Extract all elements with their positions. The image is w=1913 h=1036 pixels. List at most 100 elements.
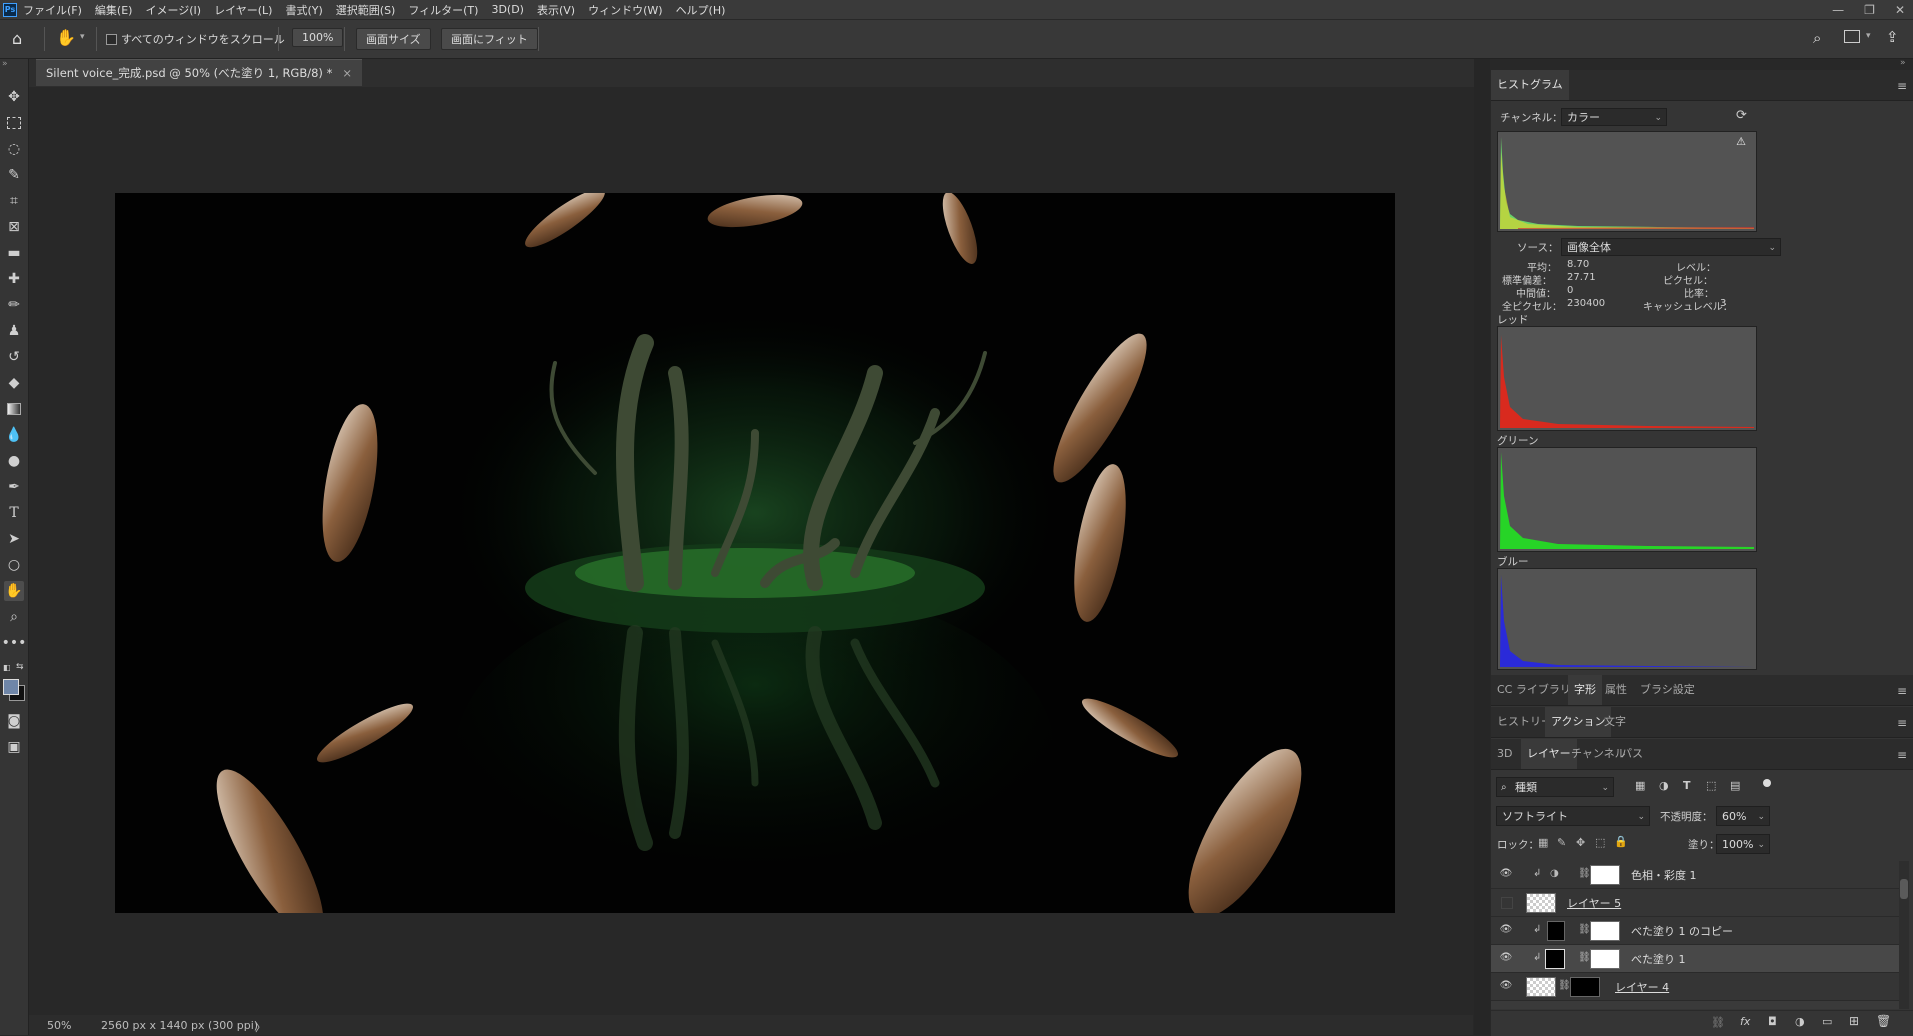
layer-row[interactable]: レイヤー 5 bbox=[1491, 889, 1899, 917]
frame-tool-icon[interactable]: ⊠ bbox=[4, 217, 24, 237]
chain-link-icon[interactable]: ⛓ bbox=[1578, 952, 1591, 963]
visibility-eye-icon[interactable]: 👁 bbox=[1499, 868, 1513, 880]
layer-mask-thumbnail[interactable] bbox=[1590, 865, 1620, 885]
mask-icon[interactable]: ◘ bbox=[1768, 1015, 1777, 1028]
chain-link-icon[interactable]: ⛓ bbox=[1558, 980, 1571, 991]
lock-position-icon[interactable]: ✥ bbox=[1576, 836, 1585, 849]
tab-properties[interactable]: 属性 bbox=[1599, 675, 1633, 705]
gradient-tool-icon[interactable] bbox=[4, 399, 24, 419]
fill-color-thumbnail[interactable] bbox=[1547, 921, 1565, 941]
visibility-off-box[interactable] bbox=[1501, 897, 1513, 909]
layer-row[interactable]: 👁 ↲ ◑ ⛓ 色相・彩度 1 bbox=[1491, 861, 1899, 889]
healing-brush-tool-icon[interactable]: ✚ bbox=[4, 269, 24, 289]
menu-filter[interactable]: フィルター(T) bbox=[408, 2, 478, 18]
menu-select[interactable]: 選択範囲(S) bbox=[336, 2, 396, 18]
panel-menu-icon[interactable]: ≡ bbox=[1897, 684, 1907, 698]
tab-paths[interactable]: パス bbox=[1615, 739, 1649, 769]
fx-icon[interactable]: fx bbox=[1740, 1015, 1750, 1028]
quick-mask-icon[interactable]: ◙ bbox=[4, 711, 24, 731]
brush-tool-icon[interactable]: ✏ bbox=[4, 295, 24, 315]
fill-screen-button[interactable]: 画面にフィット bbox=[441, 28, 538, 50]
status-info-arrow[interactable]: 〉 bbox=[255, 1019, 266, 1035]
minimize-icon[interactable]: — bbox=[1832, 3, 1844, 17]
layer-name[interactable]: べた塗り 1 のコピー bbox=[1631, 923, 1733, 939]
tab-cc-libraries[interactable]: CC ライブラリ bbox=[1491, 675, 1577, 705]
dodge-tool-icon[interactable]: ● bbox=[4, 451, 24, 471]
opacity-input[interactable]: 60% ⌄ bbox=[1716, 806, 1770, 826]
restore-icon[interactable]: ❐ bbox=[1864, 3, 1875, 17]
lock-transparency-icon[interactable]: ▦ bbox=[1538, 836, 1548, 849]
panel-menu-icon[interactable]: ≡ bbox=[1897, 716, 1907, 730]
menu-image[interactable]: イメージ(I) bbox=[145, 2, 201, 18]
layer-row[interactable]: 👁 ⛓ レイヤー 4 bbox=[1491, 973, 1899, 1001]
tab-glyphs[interactable]: 字形 bbox=[1568, 675, 1602, 705]
type-tool-icon[interactable]: T bbox=[4, 503, 24, 523]
link-icon[interactable]: ⛓ bbox=[1711, 1016, 1725, 1029]
blend-mode-select[interactable]: ソフトライト ⌄ bbox=[1496, 806, 1650, 826]
filter-pixel-icon[interactable]: ▦ bbox=[1635, 779, 1645, 792]
layer-name[interactable]: レイヤー 4 bbox=[1615, 979, 1669, 995]
refresh-icon[interactable]: ⟳ bbox=[1736, 108, 1747, 123]
lock-artboard-icon[interactable]: ⬚ bbox=[1595, 836, 1605, 849]
chain-link-icon[interactable]: ⛓ bbox=[1578, 868, 1591, 879]
channel-select[interactable]: カラー ⌄ bbox=[1561, 108, 1667, 126]
pen-tool-icon[interactable]: ✒ bbox=[4, 477, 24, 497]
layer-thumbnail[interactable] bbox=[1526, 893, 1556, 913]
layer-mask-thumbnail[interactable] bbox=[1590, 949, 1620, 969]
hand-tool-button-icon[interactable]: ✋ bbox=[4, 581, 24, 601]
layer-name[interactable]: 色相・彩度 1 bbox=[1631, 867, 1697, 883]
screen-mode-icon[interactable]: ▣ bbox=[4, 737, 24, 757]
collapse-toolbar-icon[interactable]: » bbox=[2, 59, 8, 69]
chain-link-icon[interactable]: ⛓ bbox=[1578, 924, 1591, 935]
source-select[interactable]: 画像全体 ⌄ bbox=[1561, 238, 1781, 256]
menu-type[interactable]: 書式(Y) bbox=[285, 2, 322, 18]
photoshop-logo-icon[interactable]: Ps bbox=[3, 2, 17, 17]
lock-pixels-icon[interactable]: ✎ bbox=[1557, 836, 1566, 849]
foreground-color-swatch[interactable] bbox=[3, 679, 19, 695]
filter-type-icon[interactable]: T bbox=[1683, 779, 1691, 792]
eyedropper-tool-icon[interactable]: ▬ bbox=[4, 243, 24, 263]
document-tab[interactable]: Silent voice_完成.psd @ 50% (べた塗り 1, RGB/8… bbox=[36, 59, 362, 86]
visibility-eye-icon[interactable]: 👁 bbox=[1499, 924, 1513, 936]
blur-tool-icon[interactable]: 💧 bbox=[4, 425, 24, 445]
tab-character[interactable]: 文字 bbox=[1598, 707, 1632, 737]
visibility-eye-icon[interactable]: 👁 bbox=[1499, 980, 1513, 992]
scroll-all-checkbox[interactable] bbox=[106, 34, 117, 45]
menu-3d[interactable]: 3D(D) bbox=[491, 3, 524, 16]
adjustment-icon[interactable]: ◑ bbox=[1795, 1015, 1805, 1028]
tool-preset-chevron-icon[interactable]: ▾ bbox=[80, 32, 85, 42]
move-tool-icon[interactable]: ✥ bbox=[4, 87, 24, 107]
menu-layer[interactable]: レイヤー(L) bbox=[214, 2, 272, 18]
fit-screen-button[interactable]: 画面サイズ bbox=[356, 28, 431, 50]
zoom-tool-icon[interactable]: ⌕ bbox=[4, 607, 24, 627]
layers-scroll-thumb[interactable] bbox=[1900, 879, 1908, 899]
new-layer-icon[interactable]: ⊞ bbox=[1849, 1014, 1859, 1028]
search-icon[interactable]: ⌕ bbox=[1813, 29, 1821, 47]
filter-adjustment-icon[interactable]: ◑ bbox=[1659, 779, 1669, 792]
visibility-eye-icon[interactable]: 👁 bbox=[1499, 952, 1513, 964]
fill-color-thumbnail[interactable] bbox=[1545, 949, 1565, 969]
document-close-icon[interactable]: × bbox=[342, 66, 352, 80]
filter-smart-object-icon[interactable]: ▤ bbox=[1730, 779, 1740, 792]
filter-toggle-icon[interactable] bbox=[1763, 779, 1771, 787]
lock-all-icon[interactable]: 🔒 bbox=[1614, 835, 1628, 848]
menu-edit[interactable]: 編集(E) bbox=[95, 2, 133, 18]
layer-row-selected[interactable]: 👁 ↲ ⛓ べた塗り 1 bbox=[1491, 945, 1899, 973]
ellipse-tool-icon[interactable]: ○ bbox=[4, 555, 24, 575]
panel-menu-icon[interactable]: ≡ bbox=[1897, 79, 1907, 93]
layer-mask-thumbnail[interactable] bbox=[1570, 977, 1600, 997]
status-zoom[interactable]: 50% bbox=[47, 1019, 71, 1032]
layer-row[interactable]: 👁 ↲ ⛓ べた塗り 1 のコピー bbox=[1491, 917, 1899, 945]
layer-mask-thumbnail[interactable] bbox=[1590, 921, 1620, 941]
eraser-tool-icon[interactable]: ◆ bbox=[4, 373, 24, 393]
layer-name[interactable]: レイヤー 5 bbox=[1567, 895, 1621, 911]
document-canvas[interactable] bbox=[115, 193, 1395, 913]
path-selection-tool-icon[interactable]: ➤ bbox=[4, 529, 24, 549]
clone-stamp-tool-icon[interactable]: ♟ bbox=[4, 321, 24, 341]
workspace-icon[interactable] bbox=[1844, 30, 1860, 43]
layer-name[interactable]: べた塗り 1 bbox=[1631, 951, 1686, 967]
panel-menu-icon[interactable]: ≡ bbox=[1897, 748, 1907, 762]
share-icon[interactable]: ⇪ bbox=[1886, 28, 1899, 46]
menu-view[interactable]: 表示(V) bbox=[537, 2, 575, 18]
tab-brush-settings[interactable]: ブラシ設定 bbox=[1634, 675, 1701, 705]
